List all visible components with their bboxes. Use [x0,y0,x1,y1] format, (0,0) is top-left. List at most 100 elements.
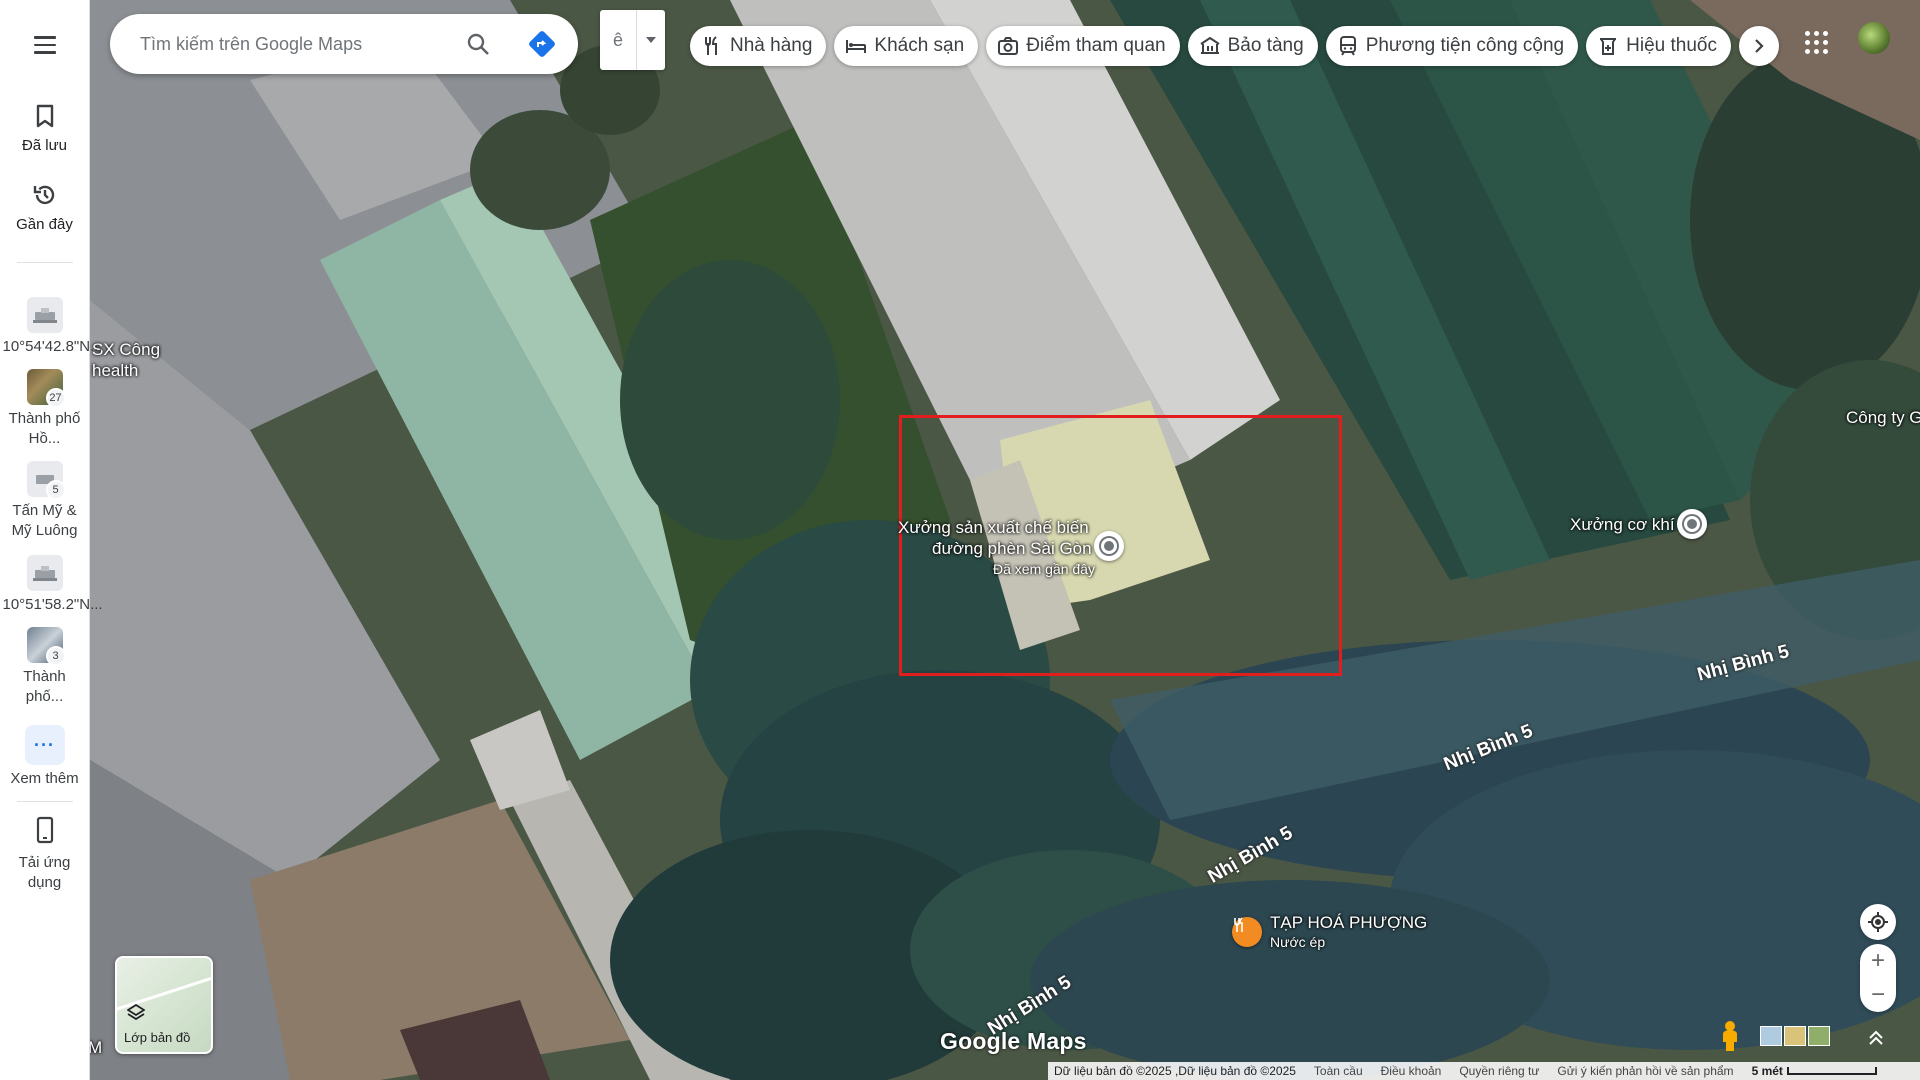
my-location-button[interactable] [1860,904,1896,940]
history-icon [31,181,59,209]
place-marker[interactable] [1094,531,1124,561]
map-thumbnail-terrain[interactable] [1784,1026,1806,1046]
chip-label: Bảo tàng [1227,35,1304,56]
map-edge-label: M [90,1038,103,1057]
input-tool-selector[interactable]: ê [600,10,665,70]
business-label[interactable]: health [92,361,138,381]
saved-label: Đã lưu [21,137,68,154]
more-label: Xem thêm [10,770,79,787]
map-type-thumbnails [1760,1026,1830,1046]
saved-button[interactable]: Đã lưu [0,102,90,155]
hamburger-menu-icon[interactable] [25,28,65,62]
pin-icon [26,555,63,591]
directions-icon[interactable] [526,28,558,60]
recent-item-label: Thành phố Hồ... [8,410,81,447]
expand-icon[interactable] [1862,1024,1890,1052]
bookmark-icon [31,102,59,130]
scale-indicator[interactable]: 5 mét [1752,1064,1877,1078]
recent-button[interactable]: Gần đây [0,181,90,234]
chip-label: Phương tiện công cộng [1365,35,1565,56]
chip-hotels[interactable]: Khách sạn [834,26,979,66]
chip-label: Hiệu thuốc [1626,35,1717,56]
place-marker[interactable] [1677,509,1707,539]
recent-item[interactable]: 10°51'58.2"N... [0,555,103,615]
chip-label: Nhà hàng [730,35,813,56]
hotel-icon [846,36,867,56]
map-layers-label: Lớp bản đồ [124,1030,191,1045]
zoom-in-button[interactable]: + [1860,944,1896,978]
global-link[interactable]: Toàn cầu [1314,1064,1363,1078]
place-thumbnail: 5 [26,461,66,500]
search-box[interactable] [110,14,578,74]
recent-label: Gần đây [16,216,73,233]
place-name-line2[interactable]: đường phèn Sài Gòn [932,539,1092,559]
recent-item-label: Tấn Mỹ & Mỹ Luông [11,502,78,539]
privacy-link[interactable]: Quyền riêng tư [1459,1064,1539,1078]
recent-item[interactable]: 5 Tấn Mỹ & Mỹ Luông [0,461,90,541]
sidebar-divider [16,801,73,802]
my-location-icon [1868,912,1888,932]
count-badge: 3 [45,646,66,666]
scale-bar [1786,1067,1877,1075]
recent-item[interactable]: 27 Thành phố Hồ... [0,369,90,449]
zoom-out-button[interactable]: − [1860,978,1896,1012]
count-badge: 5 [45,480,66,500]
place-name-line1[interactable]: Xưởng sản xuất chế biến [898,518,1089,538]
recent-item[interactable]: 3 Thành phố... [0,627,90,707]
chip-attractions[interactable]: Điểm tham quan [986,26,1180,66]
input-tool-label: ê [612,29,623,50]
attribution-text: Dữ liệu bản đồ ©2025 ,Dữ liệu bản đồ ©20… [1054,1064,1296,1078]
category-chips: Nhà hàng Khách sạn Điểm tham quan Bảo tà… [690,26,1779,66]
place-photo-thumbnail: 3 [26,627,66,666]
sidebar-divider [16,262,73,263]
recent-item-label: Thành phố... [23,668,66,705]
chip-label: Điểm tham quan [1026,35,1166,56]
recently-viewed-note: Đã xem gần đây [993,561,1095,577]
more-button[interactable]: ··· Xem thêm [0,725,90,789]
get-app-button[interactable]: Tải ứng dụng [0,816,90,893]
museum-icon [1200,36,1220,56]
store-category-label: Nước ép [1270,934,1326,950]
restaurant-icon [702,36,722,56]
pharmacy-icon [1598,36,1618,56]
terms-link[interactable]: Điều khoản [1381,1064,1442,1078]
chevron-right-icon[interactable] [1738,26,1779,66]
layers-icon [127,1004,145,1020]
camera-icon [998,36,1019,56]
transit-icon [1338,36,1358,56]
store-name-label[interactable]: TẠP HOÁ PHƯỢNG [1270,913,1427,933]
chip-pharmacies[interactable]: Hiệu thuốc [1586,26,1731,66]
street-view-pegman-icon[interactable] [1720,1020,1750,1056]
chip-museums[interactable]: Bảo tàng [1187,26,1318,66]
place-photo-thumbnail: 27 [26,369,66,408]
recent-item-label: 10°54'42.8"N... [2,338,103,355]
satellite-map[interactable]: SX Công health Công ty G M Xưởng sản xuấ… [90,0,1920,1080]
phone-icon [36,816,54,849]
scale-label: 5 mét [1751,1064,1783,1078]
company-label[interactable]: Công ty G [1846,408,1920,428]
food-marker-icon[interactable] [1232,917,1262,947]
feedback-link[interactable]: Gửi ý kiến phản hồi về sản phẩm [1557,1064,1733,1078]
recent-item[interactable]: 10°54'42.8"N... [0,297,103,357]
recent-item-label: 10°51'58.2"N... [2,596,103,613]
pin-icon [26,297,63,333]
map-thumbnail-default[interactable] [1760,1026,1782,1046]
chip-transit[interactable]: Phương tiện công cộng [1325,26,1579,66]
zoom-controls: + − [1860,944,1896,1012]
map-layers-button[interactable]: Lớp bản đồ [115,956,213,1054]
search-icon[interactable] [462,28,494,60]
map-thumbnail-satellite[interactable] [1808,1026,1830,1046]
sidebar: Đã lưu Gần đây 10°54'42.8"N... 27 Thành … [0,0,103,1080]
search-input[interactable] [140,33,460,55]
chevron-down-icon[interactable] [636,10,664,70]
google-apps-icon[interactable] [1800,26,1832,58]
more-icon: ··· [24,725,65,765]
get-app-label: Tải ứng dụng [18,854,71,891]
footer-bar: Dữ liệu bản đồ ©2025 ,Dữ liệu bản đồ ©20… [1048,1062,1920,1080]
count-badge: 27 [45,388,66,408]
chip-restaurants[interactable]: Nhà hàng [690,26,827,66]
google-maps-logo: Google Maps [940,1028,1087,1054]
chip-label: Khách sạn [874,35,965,56]
avatar[interactable] [1858,22,1890,54]
place-label-xuong-co-khi[interactable]: Xưởng cơ khí [1570,515,1675,535]
